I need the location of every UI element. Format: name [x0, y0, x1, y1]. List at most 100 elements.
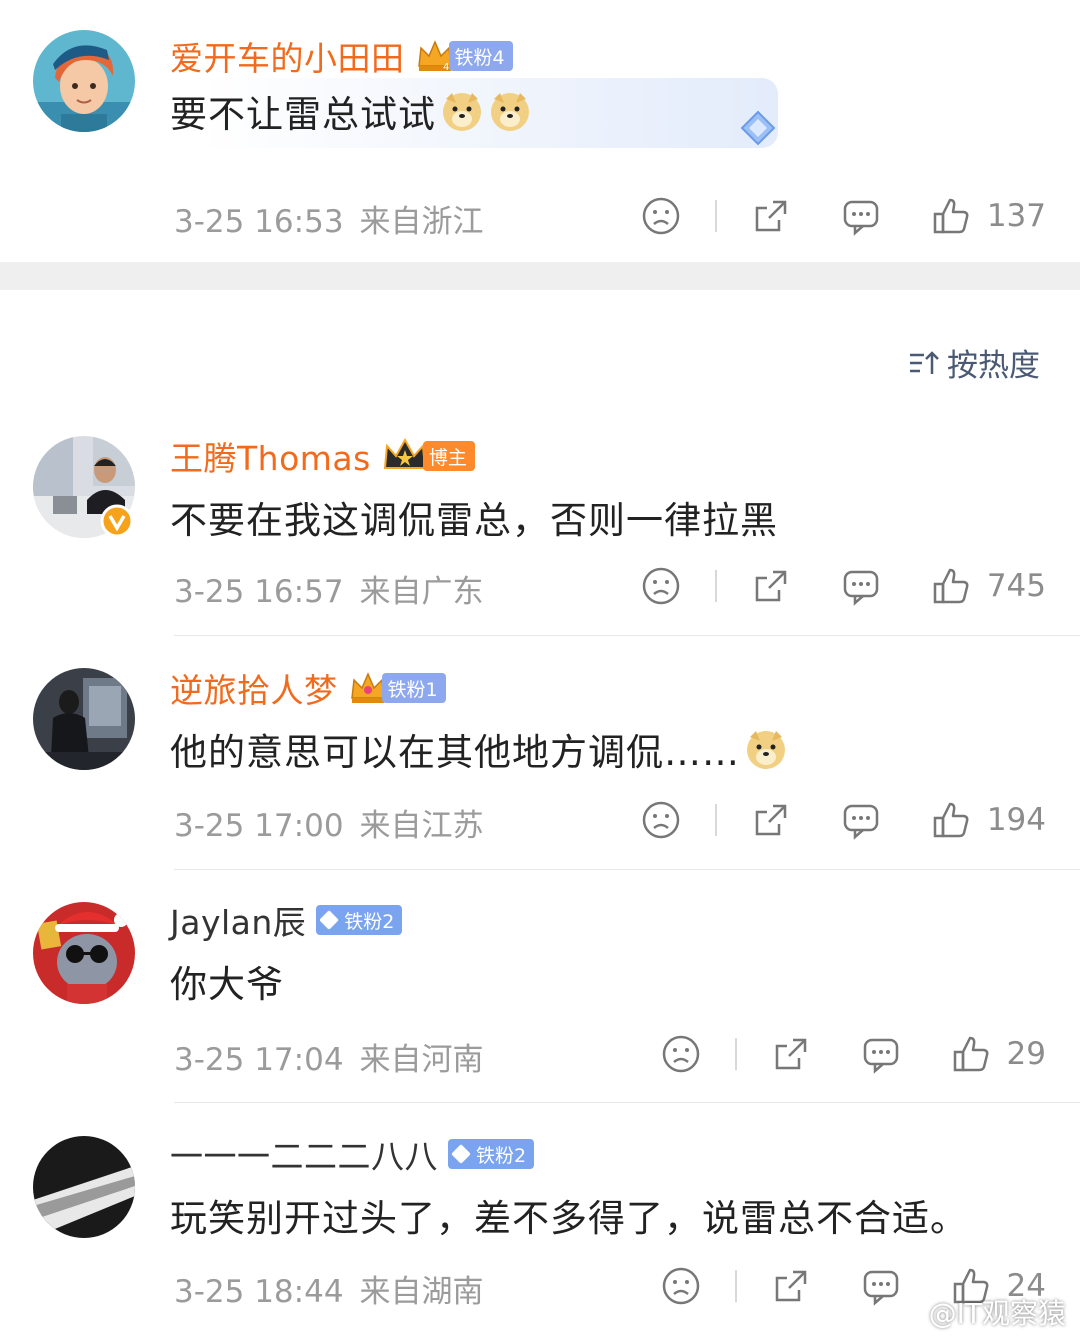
- username[interactable]: Jaylan辰: [170, 896, 306, 944]
- comment-divider: [174, 635, 1080, 636]
- fan-badge[interactable]: 铁粉2: [316, 905, 403, 935]
- avatar[interactable]: [33, 902, 135, 1004]
- location: 来自湖南: [359, 1274, 484, 1310]
- sort-label: 按热度: [947, 348, 1040, 384]
- badge-label: 铁粉2: [476, 1144, 527, 1167]
- divider-bar: [714, 570, 717, 602]
- location: 来自河南: [359, 1042, 484, 1078]
- share-icon[interactable]: [771, 1266, 811, 1306]
- name-row: 爱开车的小田田 4 铁粉4: [170, 34, 513, 78]
- location: 来自江苏: [359, 808, 484, 844]
- username[interactable]: 一一一二二二八八: [170, 1130, 438, 1178]
- name-row: 逆旅拾人梦 铁粉1: [170, 666, 446, 710]
- comment-actions: 194: [641, 798, 1046, 842]
- comment-text: 要不让雷总试试: [170, 84, 532, 138]
- timestamp: 3-25 16:53: [174, 204, 344, 240]
- badge-label: 铁粉2: [344, 910, 395, 933]
- timestamp: 3-25 16:57: [174, 574, 344, 610]
- username[interactable]: 王腾Thomas: [170, 432, 371, 480]
- weibo-watermark: @IT观察猿: [892, 1292, 1066, 1332]
- crown-icon: [383, 437, 426, 469]
- divider-bar: [714, 200, 717, 232]
- location: 来自浙江: [359, 204, 484, 240]
- avatar[interactable]: [33, 668, 135, 770]
- badge-pill: 铁粉2: [316, 905, 403, 935]
- timestamp: 3-25 17:00: [174, 808, 344, 844]
- reply-icon[interactable]: [861, 1034, 901, 1074]
- comment-actions: 745: [641, 564, 1046, 608]
- avatar[interactable]: [33, 30, 135, 132]
- name-row: Jaylan辰 铁粉2: [170, 896, 403, 944]
- comment-meta: 3-25 16:53 来自浙江: [174, 196, 484, 241]
- comment-text-content: 玩笑别开过头了，差不多得了，说雷总不合适。: [170, 1197, 968, 1240]
- avatar[interactable]: [33, 1136, 135, 1238]
- timestamp: 3-25 18:44: [174, 1274, 344, 1310]
- doge-emoji-icon: [491, 93, 529, 131]
- like-icon[interactable]: [931, 196, 971, 236]
- dislike-icon[interactable]: [661, 1266, 701, 1306]
- location: 来自广东: [359, 574, 484, 610]
- divider-bar: [734, 1038, 737, 1070]
- badge-label: 铁粉1: [381, 673, 446, 703]
- like-count: 29: [1006, 1036, 1046, 1072]
- dislike-icon[interactable]: [641, 196, 681, 236]
- comment-text-content: 要不让雷总试试: [170, 93, 436, 136]
- share-icon[interactable]: [771, 1034, 811, 1074]
- doge-emoji-icon: [443, 93, 481, 131]
- share-icon[interactable]: [751, 800, 791, 840]
- blogger-badge[interactable]: 博主: [381, 436, 475, 476]
- sort-toggle[interactable]: 按热度: [907, 340, 1040, 385]
- like-icon[interactable]: [951, 1034, 991, 1074]
- comment-divider: [174, 1102, 1080, 1103]
- share-icon[interactable]: [751, 566, 791, 606]
- comment-text-content: 不要在我这调侃雷总，否则一律拉黑: [170, 499, 778, 542]
- diamond-icon: [319, 910, 340, 930]
- svg-text:4: 4: [443, 62, 449, 73]
- reply-icon[interactable]: [841, 196, 881, 236]
- like-icon[interactable]: [931, 800, 971, 840]
- badge-label: 博主: [422, 441, 475, 471]
- reply-icon[interactable]: [841, 566, 881, 606]
- comment-divider: [174, 869, 1080, 870]
- comment-text: 不要在我这调侃雷总，否则一律拉黑: [170, 490, 778, 544]
- sort-icon: [910, 350, 939, 374]
- reply-icon[interactable]: [841, 800, 881, 840]
- comment-meta: 3-25 17:00 来自江苏: [174, 800, 484, 845]
- share-icon[interactable]: [751, 196, 791, 236]
- verified-icon: [100, 504, 134, 538]
- comment-text-content: 你大爷: [170, 963, 284, 1006]
- like-icon[interactable]: [931, 566, 971, 606]
- divider-bar: [734, 1270, 737, 1302]
- like-count: 194: [986, 802, 1046, 838]
- like-count: 137: [986, 198, 1046, 234]
- name-row: 一一一二二二八八 铁粉2: [170, 1130, 535, 1178]
- like-count: 745: [986, 568, 1046, 604]
- name-row: 王腾Thomas 博主: [170, 434, 475, 478]
- comment-actions: 137: [641, 194, 1046, 238]
- comment-text-content: 他的意思可以在其他地方调侃……: [170, 731, 740, 774]
- badge-pill: 铁粉2: [448, 1139, 535, 1169]
- comment-meta: 3-25 16:57 来自广东: [174, 566, 484, 611]
- dislike-icon[interactable]: [641, 800, 681, 840]
- diamond-icon: [451, 1144, 471, 1164]
- comment-text: 你大爷: [170, 954, 284, 1008]
- gem-icon: [740, 110, 776, 146]
- divider-bar: [714, 804, 717, 836]
- fan-badge[interactable]: 铁粉1: [348, 668, 446, 708]
- comment-text: 他的意思可以在其他地方调侃……: [170, 722, 788, 776]
- dislike-icon[interactable]: [641, 566, 681, 606]
- comment-meta: 3-25 18:44 来自湖南: [174, 1266, 484, 1311]
- username[interactable]: 爱开车的小田田: [170, 32, 405, 80]
- badge-label: 铁粉4: [448, 41, 513, 71]
- username[interactable]: 逆旅拾人梦: [170, 664, 338, 712]
- watermark-text: @IT观察猿: [928, 1297, 1066, 1330]
- doge-emoji-icon: [747, 731, 785, 769]
- dislike-icon[interactable]: [661, 1034, 701, 1074]
- weibo-logo-icon: [892, 1302, 922, 1324]
- fan-badge[interactable]: 4 铁粉4: [415, 36, 513, 76]
- comment-actions: 29: [661, 1032, 1046, 1076]
- section-separator: [0, 262, 1080, 290]
- timestamp: 3-25 17:04: [174, 1042, 344, 1078]
- comment-meta: 3-25 17:04 来自河南: [174, 1034, 484, 1079]
- fan-badge[interactable]: 铁粉2: [448, 1139, 535, 1169]
